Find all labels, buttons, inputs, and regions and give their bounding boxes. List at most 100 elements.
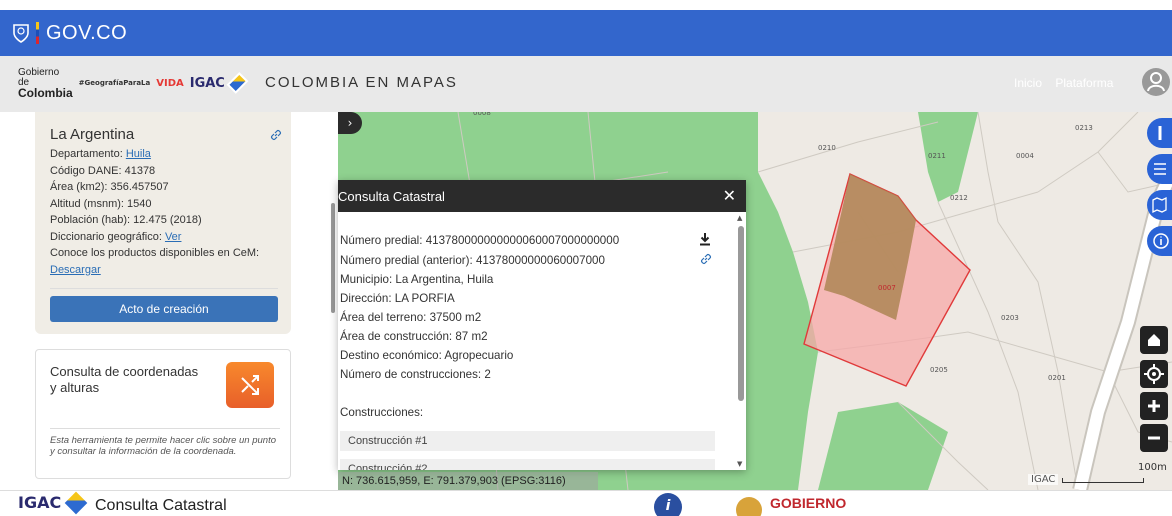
construccion-item[interactable]: Construcción #1 — [340, 431, 715, 451]
numero-predial-anterior: Número predial (anterior): 4137800000006… — [340, 254, 605, 267]
nav-plataforma[interactable]: Plataforma — [1055, 76, 1113, 90]
list-icon — [1154, 163, 1166, 175]
header-nav: Inicio Plataforma — [1014, 76, 1123, 90]
footer-igac-logo: IGAC — [18, 493, 62, 512]
descargar-link[interactable]: Descargar — [50, 264, 101, 276]
zoom-out-button[interactable] — [1140, 424, 1168, 452]
user-avatar[interactable] — [1142, 68, 1170, 96]
diccionario-link[interactable]: Ver — [165, 231, 182, 243]
gov-flag-separator — [36, 22, 39, 44]
altitud: Altitud (msnm): 1540 — [50, 197, 152, 210]
construcciones-label: Construcciones: — [340, 406, 424, 419]
construccion-item[interactable]: Construcción #2 — [340, 459, 715, 470]
catastral-dialog: Consulta Catastral ✕ Número predial: 413… — [338, 180, 746, 470]
layers-button[interactable] — [1147, 190, 1172, 220]
map-tools — [1147, 118, 1172, 262]
map-icon — [1152, 196, 1167, 214]
parcel-label-0201: 0201 — [1048, 374, 1066, 382]
minus-icon — [1148, 436, 1160, 440]
dialog-body: Número predial: 413780000000000060007000… — [338, 212, 736, 470]
close-icon[interactable]: ✕ — [723, 186, 736, 206]
sidebar-scroll-thumb[interactable] — [331, 203, 335, 313]
coord-tool-button[interactable] — [226, 362, 274, 408]
numero-construcciones-line: Número de construcciones: 2 — [340, 368, 491, 381]
legend-button[interactable] — [1147, 154, 1172, 184]
link-icon[interactable] — [269, 128, 283, 142]
igac-diamond-icon — [226, 71, 249, 95]
acto-creacion-button[interactable]: Acto de creación — [50, 296, 278, 322]
municipio-info: Departamento: Huila Código DANE: 41378 Á… — [50, 146, 280, 278]
dialog-scroll-thumb[interactable] — [738, 226, 744, 401]
footer-diamond-icon — [64, 491, 88, 515]
coord-tool-description: Esta herramienta te permite hacer clic s… — [50, 428, 280, 457]
info-icon — [1153, 233, 1169, 249]
info-icon[interactable]: i — [654, 493, 682, 516]
dialog-scrollbar[interactable]: ▲ ▼ — [736, 212, 746, 470]
colombia-shield-icon — [13, 24, 29, 43]
sidebar-toggle-button[interactable]: › — [338, 112, 362, 134]
hashtag-logo: #GeografíaParaLa — [78, 79, 151, 87]
nav-inicio[interactable]: Inicio — [1014, 76, 1042, 90]
municipio-card: La Argentina Departamento: Huila Código … — [35, 112, 291, 334]
site-header: Gobierno de Colombia #GeografíaParaLa VI… — [0, 56, 1172, 112]
coord-tool-card[interactable]: Consulta de coordenadas y alturas Esta h… — [35, 349, 291, 479]
destino-economico-line: Destino económico: Agropecuario — [340, 349, 514, 362]
igac-logo: IGAC — [189, 75, 225, 91]
wrench-icon — [1158, 126, 1162, 140]
coord-tool-title: Consulta de coordenadas y alturas — [50, 364, 199, 395]
parcel-label-0008: 0008 — [473, 112, 491, 117]
parcel-label-0212: 0212 — [950, 194, 968, 202]
footer-gobierno: GOBIERNO — [770, 495, 847, 511]
crosshair-icon — [1144, 364, 1164, 384]
parcel-label-0007: 0007 — [878, 284, 896, 292]
gov-bar: GOV.CO — [0, 10, 1172, 56]
info-button[interactable] — [1147, 226, 1172, 256]
home-button[interactable] — [1140, 326, 1168, 354]
map-attribution: IGAC — [1028, 474, 1059, 485]
direccion-line: Dirección: LA PORFIA — [340, 292, 455, 305]
dialog-title: Consulta Catastral — [338, 188, 445, 204]
sidebar-scrollbar[interactable] — [330, 118, 336, 488]
sidebar: La Argentina Departamento: Huila Código … — [0, 112, 312, 490]
municipio-name: La Argentina — [50, 126, 135, 143]
scale-line — [1062, 478, 1144, 483]
parcel-label-0203: 0203 — [1001, 314, 1019, 322]
arrows-icon — [241, 375, 259, 395]
download-icon[interactable] — [698, 232, 712, 246]
scale-bar: IGAC 100m — [1028, 462, 1168, 488]
municipio-line: Municipio: La Argentina, Huila — [340, 273, 494, 286]
parcel-label-0004: 0004 — [1016, 152, 1034, 160]
scale-label: 100m — [1138, 462, 1167, 473]
area-km2: Área (km2): 356.457507 — [50, 181, 169, 193]
parcel-label-0210: 0210 — [818, 144, 836, 152]
zoom-in-button[interactable] — [1140, 392, 1168, 420]
page-title: COLOMBIA EN MAPAS — [265, 74, 458, 91]
area-construccion-line: Área de construcción: 87 m2 — [340, 330, 488, 343]
plus-icon — [1148, 400, 1160, 412]
home-icon — [1148, 334, 1160, 346]
chevron-right-icon: › — [347, 116, 353, 130]
scroll-up-icon[interactable]: ▲ — [737, 214, 742, 222]
coordinate-text: N: 736.615,959, E: 791.379,903 (EPSG:311… — [342, 475, 566, 487]
app-root: GOV.CO Gobierno de Colombia #GeografíaPa… — [0, 0, 1172, 516]
footer: IGAC Consulta Catastral i GOBIERNO — [0, 490, 1172, 516]
header-logos[interactable]: Gobierno de Colombia #GeografíaParaLa VI… — [18, 67, 249, 100]
departamento-link[interactable]: Huila — [126, 148, 151, 160]
area-terreno-line: Área del terreno: 37500 m2 — [340, 311, 482, 324]
parcel-label-0205: 0205 — [930, 366, 948, 374]
locate-button[interactable] — [1140, 360, 1168, 388]
top-strip — [0, 0, 1172, 10]
scroll-down-icon[interactable]: ▼ — [737, 460, 742, 468]
vida-logo: VIDA — [156, 77, 184, 89]
parcel-label-0211: 0211 — [928, 152, 946, 160]
codigo-dane: Código DANE: 41378 — [50, 164, 156, 177]
gobierno-colombia-logo: Gobierno de Colombia — [18, 67, 73, 100]
link-icon[interactable] — [699, 252, 713, 266]
coordinate-readout: N: 736.615,959, E: 791.379,903 (EPSG:311… — [338, 472, 598, 490]
tools-button[interactable] — [1147, 118, 1172, 148]
poblacion: Población (hab): 12.475 (2018) — [50, 214, 202, 226]
colombia-seal-icon — [736, 497, 762, 516]
user-icon — [1147, 72, 1165, 92]
footer-title: Consulta Catastral — [95, 497, 227, 514]
gov-co-link[interactable]: GOV.CO — [46, 22, 127, 45]
